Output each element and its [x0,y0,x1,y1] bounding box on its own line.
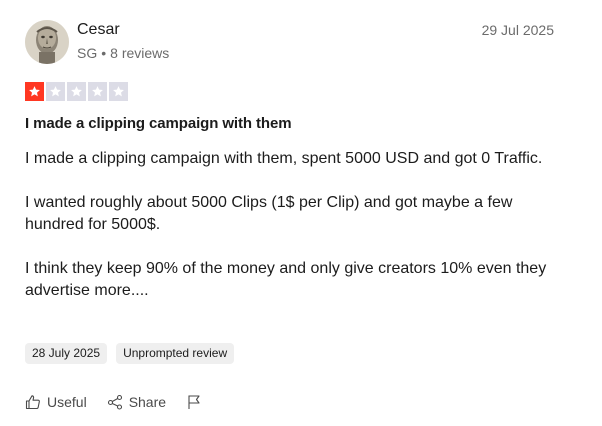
author-meta: SG • 8 reviews [77,44,169,62]
star-filled-icon [25,82,44,101]
share-icon [107,394,122,410]
review-date: 29 Jul 2025 [481,22,554,38]
flag-icon [188,395,200,409]
avatar-image [25,20,69,64]
author-name[interactable]: Cesar [77,20,120,40]
review-paragraph: I made a clipping campaign with them, sp… [25,150,543,167]
useful-button[interactable]: Useful [25,392,87,412]
review-title[interactable]: I made a clipping campaign with them [25,114,292,134]
review-paragraph: I think they keep 90% of the money and o… [25,260,547,299]
meta-separator: • [101,45,107,61]
share-label: Share [128,394,167,410]
star-empty-icon [109,82,128,101]
share-button[interactable]: Share [107,392,166,412]
experience-date-badge: 28 July 2025 [25,343,108,364]
review-actions: Useful Share [25,392,202,412]
useful-label: Useful [47,394,87,410]
review-tags: 28 July 2025 Unprompted review [25,343,235,364]
review-paragraph: I wanted roughly about 5000 Clips (1$ pe… [25,194,513,233]
review-card: Cesar SG • 8 reviews 29 Jul 2025 I made a … [0,0,602,426]
star-empty-icon [88,82,107,101]
thumbs-up-icon [25,395,40,410]
avatar[interactable] [25,20,69,64]
star-rating [25,82,128,101]
star-empty-icon [67,82,86,101]
review-body: I made a clipping campaign with them, sp… [25,148,555,324]
author-country: SG [77,45,98,61]
review-type-badge[interactable]: Unprompted review [116,343,235,364]
star-empty-icon [46,82,65,101]
report-button[interactable] [186,394,202,410]
author-reviews-count: 8 reviews [110,45,170,61]
